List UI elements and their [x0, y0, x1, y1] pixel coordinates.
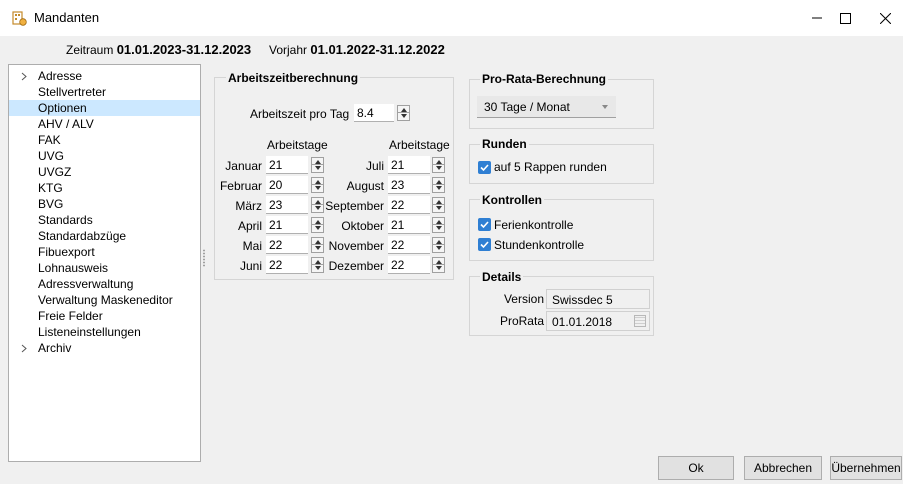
days-spinner-september[interactable]	[432, 197, 445, 213]
navigation-tree: Adresse Stellvertreter Optionen AHV / AL…	[8, 64, 201, 462]
tree-item-standardabzuege[interactable]: Standardabzüge	[9, 228, 200, 244]
runden-title: Runden	[480, 137, 529, 151]
tree-item-bvg[interactable]: BVG	[9, 196, 200, 212]
days-spinner-juli[interactable]	[432, 157, 445, 173]
ferienkontrolle-label: Ferienkontrolle	[494, 218, 574, 232]
close-icon	[879, 12, 891, 24]
chevron-down-icon	[602, 105, 608, 109]
tree-item-optionen[interactable]: Optionen	[9, 100, 200, 116]
tree-item-listeneinstellungen[interactable]: Listeneinstellungen	[9, 324, 200, 340]
days-field-april[interactable]: 21	[266, 216, 308, 234]
tree-item-archiv[interactable]: Archiv	[9, 340, 200, 356]
chevron-right-icon[interactable]	[21, 72, 27, 81]
days-field-dezember[interactable]: 22	[388, 256, 430, 274]
right-col-header: Arbeitstage	[389, 138, 450, 152]
per-day-field[interactable]: 8.4	[354, 104, 394, 122]
days-field-september[interactable]: 22	[388, 196, 430, 214]
tree-item-uvg[interactable]: UVG	[9, 148, 200, 164]
splitter-handle[interactable]	[203, 249, 205, 267]
prev-period-info: Vorjahr 01.01.2022-31.12.2022	[269, 42, 445, 57]
month-label: Januar	[225, 159, 262, 173]
runden-label: auf 5 Rappen runden	[494, 160, 607, 174]
month-label: Dezember	[328, 259, 384, 273]
month-label: Oktober	[341, 219, 384, 233]
period-label: Zeitraum	[66, 43, 114, 57]
version-label: Version	[503, 292, 544, 306]
month-label: Februar	[219, 179, 262, 193]
prorata-date-label: ProRata	[499, 314, 544, 328]
ferienkontrolle-checkbox[interactable]	[478, 218, 491, 231]
tree-item-adresse[interactable]: Adresse	[9, 68, 200, 84]
minimize-icon	[812, 17, 822, 19]
days-spinner-oktober[interactable]	[432, 217, 445, 233]
ok-button[interactable]: Ok	[658, 456, 734, 480]
days-field-januar[interactable]: 21	[266, 156, 308, 174]
tree-item-freie-felder[interactable]: Freie Felder	[9, 308, 200, 324]
tree-item-adressverwaltung[interactable]: Adressverwaltung	[9, 276, 200, 292]
days-field-juni[interactable]: 22	[266, 256, 308, 274]
tree-item-fibuexport[interactable]: Fibuexport	[9, 244, 200, 260]
days-field-november[interactable]: 22	[388, 236, 430, 254]
checkmark-icon	[480, 164, 489, 172]
days-field-juli[interactable]: 21	[388, 156, 430, 174]
tree-item-standards[interactable]: Standards	[9, 212, 200, 228]
days-field-august[interactable]: 23	[388, 176, 430, 194]
runden-checkbox[interactable]	[478, 161, 491, 174]
tree-item-ahv-alv[interactable]: AHV / ALV	[9, 116, 200, 132]
month-label: April	[237, 219, 262, 233]
left-col-header: Arbeitstage	[267, 138, 328, 152]
month-label: August	[346, 179, 384, 193]
close-button[interactable]	[862, 4, 903, 32]
days-spinner-august[interactable]	[432, 177, 445, 193]
days-spinner-dezember[interactable]	[432, 257, 445, 273]
month-label: März	[235, 199, 262, 213]
days-field-mai[interactable]: 22	[266, 236, 308, 254]
prorata-date-field: 01.01.2018	[546, 311, 650, 331]
tree-item-ktg[interactable]: KTG	[9, 180, 200, 196]
tree-item-maskeneditor[interactable]: Verwaltung Maskeneditor	[9, 292, 200, 308]
chevron-right-icon[interactable]	[21, 344, 27, 353]
month-label: Mai	[242, 239, 262, 253]
month-label: November	[328, 239, 384, 253]
month-label: Juni	[239, 259, 262, 273]
tree-item-uvgz[interactable]: UVGZ	[9, 164, 200, 180]
period-value: 01.01.2023-31.12.2023	[116, 42, 252, 57]
prorata-title: Pro-Rata-Berechnung	[480, 72, 609, 86]
window-title: Mandanten	[34, 10, 100, 25]
per-day-spinner[interactable]	[397, 105, 410, 121]
stundenkontrolle-label: Stundenkontrolle	[494, 238, 585, 252]
calendar-icon	[634, 315, 646, 327]
prev-period-label: Vorjahr	[269, 43, 308, 57]
month-label: Juli	[365, 159, 384, 173]
arbeitszeit-title: Arbeitszeitberechnung	[226, 71, 361, 85]
days-field-februar[interactable]: 20	[266, 176, 308, 194]
stundenkontrolle-checkbox[interactable]	[478, 238, 491, 251]
tree-item-fak[interactable]: FAK	[9, 132, 200, 148]
details-title: Details	[480, 270, 524, 284]
period-info: Zeitraum 01.01.2023-31.12.2023	[66, 42, 251, 57]
tree-item-stellvertreter[interactable]: Stellvertreter	[9, 84, 200, 100]
days-spinner-november[interactable]	[432, 237, 445, 253]
apply-button[interactable]: Übernehmen	[830, 456, 902, 480]
prev-period-value: 01.01.2022-31.12.2022	[310, 42, 445, 57]
days-field-maerz[interactable]: 23	[266, 196, 308, 214]
mandant-building-icon	[12, 11, 27, 26]
version-field: Swissdec 5	[546, 289, 650, 309]
prorata-select[interactable]: 30 Tage / Monat	[477, 96, 616, 118]
maximize-icon	[839, 12, 851, 24]
checkmark-icon	[480, 241, 489, 249]
checkmark-icon	[480, 221, 489, 229]
cancel-button[interactable]: Abbrechen	[744, 456, 822, 480]
days-field-oktober[interactable]: 21	[388, 216, 430, 234]
kontrollen-title: Kontrollen	[480, 193, 544, 207]
month-label: September	[325, 199, 384, 213]
per-day-label: Arbeitszeit pro Tag	[250, 107, 350, 121]
title-bar: Mandanten	[0, 0, 903, 36]
tree-item-lohnausweis[interactable]: Lohnausweis	[9, 260, 200, 276]
